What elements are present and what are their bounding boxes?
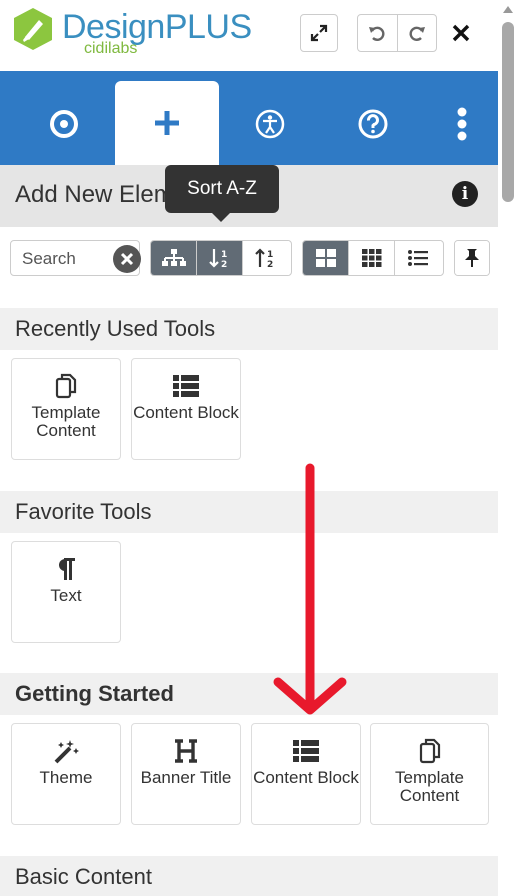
redo-button[interactable] (398, 15, 437, 51)
tool-label: Template Content (31, 403, 101, 440)
small-grid-icon (361, 249, 381, 267)
annotation-arrow (273, 463, 347, 715)
tool-card-banner-title[interactable]: Banner Title (131, 723, 241, 825)
tab-more[interactable] (412, 83, 512, 165)
sort-tooltip: Sort A-Z (165, 165, 279, 222)
tool-card-theme[interactable]: Theme (11, 723, 121, 825)
small-grid-view-button[interactable] (349, 241, 395, 275)
redo-icon (409, 26, 425, 41)
sort-category-button[interactable] (151, 241, 197, 275)
view-button-group (302, 240, 444, 276)
pin-button[interactable] (455, 241, 489, 275)
tab-help[interactable] (321, 83, 425, 165)
tool-label: Content Block (253, 768, 359, 787)
undo-icon (369, 26, 385, 41)
large-grid-icon (315, 249, 336, 267)
tab-target[interactable] (12, 83, 116, 165)
sort-a-z-button[interactable]: 1 2 (197, 241, 243, 275)
tab-add-elements[interactable] (115, 81, 219, 165)
info-icon[interactable]: i (452, 181, 478, 207)
section-title-recent: Recently Used Tools (15, 316, 216, 341)
close-icon (452, 24, 470, 42)
tool-label: Text (50, 586, 82, 605)
close-button[interactable] (446, 18, 476, 48)
tool-card-content-block[interactable]: Content Block (251, 723, 361, 825)
expand-button[interactable] (300, 14, 338, 52)
clear-search-button[interactable] (113, 245, 141, 273)
plus-icon (155, 111, 179, 135)
help-icon (358, 109, 388, 139)
sitemap-icon (161, 249, 186, 266)
svg-text:2: 2 (267, 260, 273, 268)
paragraph-icon (59, 558, 75, 580)
sort-down-icon: 1 2 (208, 249, 227, 268)
tool-card-content-block[interactable]: Content Block (131, 358, 241, 460)
more-vertical-icon (457, 107, 467, 141)
list-icon (293, 740, 319, 762)
svg-text:1: 1 (267, 250, 273, 260)
list-icon (408, 250, 428, 266)
tool-card-text[interactable]: Text (11, 541, 121, 643)
undo-button[interactable] (358, 15, 398, 51)
tool-card-template-content[interactable]: Template Content (11, 358, 121, 460)
tool-label: Content Block (133, 403, 239, 422)
pin-icon (465, 249, 479, 267)
tool-card-template-content[interactable]: Template Content (370, 723, 489, 825)
close-icon (120, 252, 134, 266)
tool-label: Banner Title (140, 768, 232, 787)
sort-z-a-button[interactable]: 1 2 (243, 241, 289, 275)
section-basic: Basic Content (0, 856, 498, 896)
brand-sub: cidilabs (84, 40, 138, 57)
designplus-logo (14, 8, 52, 50)
section-recent: Recently Used Tools (0, 308, 498, 350)
svg-text:2: 2 (221, 260, 227, 268)
target-icon (50, 110, 78, 138)
svg-text:1: 1 (221, 250, 227, 260)
accessibility-icon (255, 109, 285, 139)
tool-label: Template Content (395, 768, 464, 805)
copy-icon (55, 373, 77, 399)
tab-accessibility[interactable] (218, 83, 322, 165)
sort-button-group: 1 2 1 2 (150, 240, 292, 276)
tool-label: Theme (39, 768, 93, 787)
list-view-button[interactable] (395, 241, 441, 275)
header: DesignPLUS cidilabs (0, 0, 498, 70)
section-title-basic: Basic Content (15, 864, 152, 889)
section-title-favorite: Favorite Tools (15, 499, 152, 524)
large-grid-view-button[interactable] (303, 241, 349, 275)
section-getting-started: Getting Started (0, 673, 498, 715)
undo-redo-group (357, 14, 437, 52)
sort-up-icon: 1 2 (255, 248, 273, 268)
section-title-getting-started: Getting Started (15, 681, 174, 706)
heading-icon (175, 739, 197, 763)
tab-bar (0, 71, 498, 165)
section-favorite: Favorite Tools (0, 491, 498, 533)
scrollbar[interactable] (498, 0, 518, 896)
magic-wand-icon (54, 740, 79, 764)
pin-button-group (454, 240, 490, 276)
scrollbar-thumb[interactable] (502, 22, 514, 202)
search-placeholder: Search (22, 249, 76, 268)
copy-icon (419, 738, 440, 764)
list-icon (173, 375, 199, 397)
scroll-up-arrow[interactable] (503, 6, 513, 13)
expand-arrows-icon (310, 24, 328, 42)
search-input[interactable]: Search (10, 240, 141, 276)
